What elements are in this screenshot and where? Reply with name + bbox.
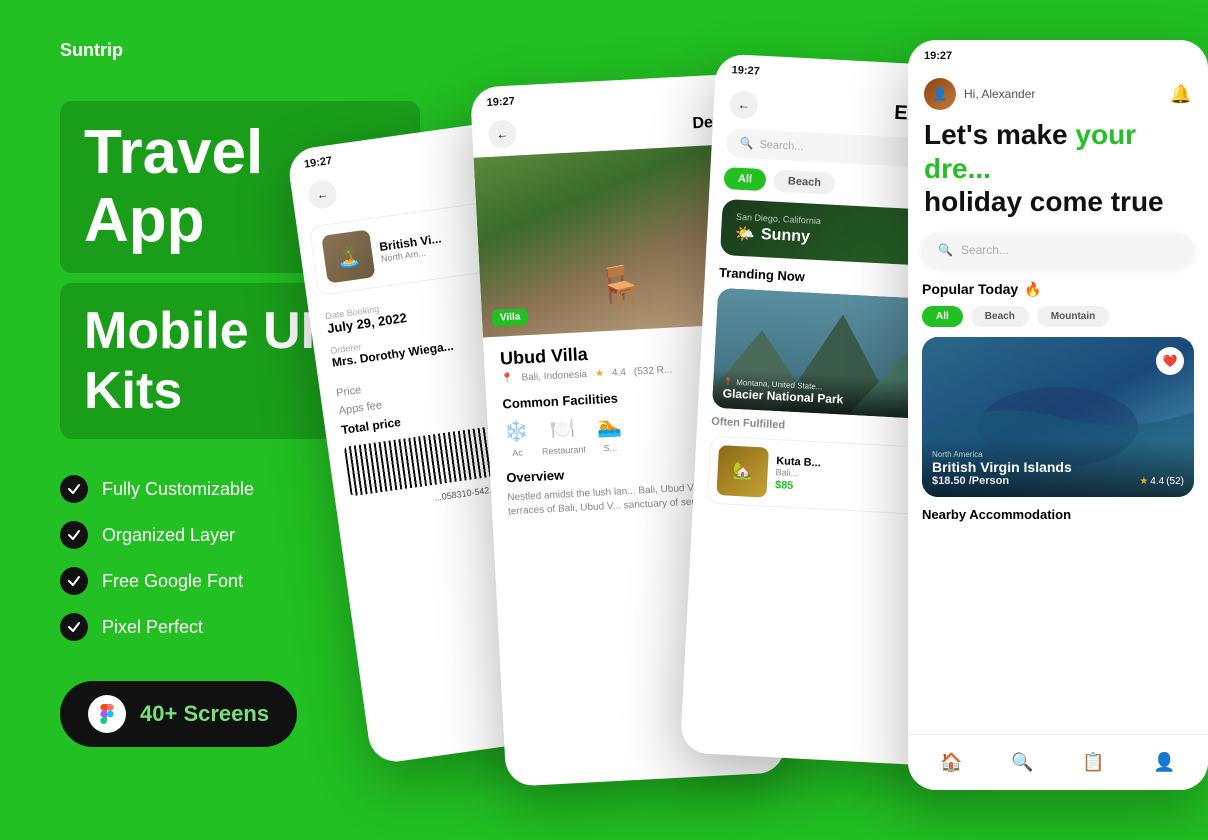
featured-region: North America (932, 450, 1184, 459)
popular-header: Popular Today 🔥 (908, 281, 1208, 298)
featured-name: British Virgin Islands (932, 459, 1184, 475)
p4-status-time: 19:27 (908, 40, 1208, 66)
bottom-navigation: 🏠 🔍 📋 👤 (908, 734, 1208, 790)
screens-badge: 40+ Screens (60, 681, 297, 747)
p3-back-button[interactable]: ← (729, 90, 758, 119)
p4-tab-mountain[interactable]: Mountain (1037, 306, 1109, 327)
p4-hero: Let's make your dre... holiday come true (908, 118, 1208, 233)
search-nav-icon[interactable]: 🔍 (1011, 752, 1033, 773)
check-icon-1 (60, 475, 88, 503)
featured-info: North America British Virgin Islands $18… (922, 440, 1194, 497)
facility-ac: ❄️ Ac (503, 418, 530, 458)
small-card-image: 🏡 (716, 445, 769, 498)
check-icon-2 (60, 521, 88, 549)
facility-restaurant: 🍽️ Restaurant (540, 415, 586, 456)
featured-price-value: $18.50 (932, 475, 966, 487)
restaurant-icon: 🍽️ (550, 416, 576, 442)
villa-badge: Villa (492, 308, 529, 327)
villa-rating: 4.4 (612, 367, 626, 379)
hero-text-2: holiday come true (924, 186, 1164, 217)
p3-search-icon: 🔍 (739, 137, 753, 151)
screens-count: 40+ (140, 701, 177, 726)
weather-emoji: 🌤️ (735, 224, 756, 245)
featured-rating-value: 4.4 (1150, 476, 1164, 487)
apps-fee-label: Apps fee (338, 399, 383, 417)
screens-label-text: Screens (177, 701, 269, 726)
location-icon: 📍 (501, 373, 514, 385)
facility-restaurant-label: Restaurant (542, 444, 586, 456)
villa-location: Bali, Indonesia (521, 369, 587, 383)
feature-label-3: Free Google Font (102, 571, 243, 592)
p1-back-button[interactable]: ← (307, 179, 339, 211)
hero-text-1: Let's make (924, 119, 1068, 150)
villa-reviews: (532 R... (634, 365, 673, 378)
p3-filter-beach[interactable]: Beach (773, 170, 835, 195)
p4-search-icon: 🔍 (938, 243, 953, 257)
feature-label-1: Fully Customizable (102, 479, 254, 500)
bookings-nav-icon[interactable]: 📋 (1082, 752, 1104, 773)
p2-screen-title: Detail (524, 113, 737, 142)
check-icon-3 (60, 567, 88, 595)
p4-tab-all[interactable]: All (922, 306, 963, 327)
check-icon-4 (60, 613, 88, 641)
nearby-title: Nearby Accommodation (908, 507, 1208, 522)
p4-avatar: 👤 (924, 78, 956, 110)
phones-area: 19:27 ← Tic 🏝️ British Vi... North Am...… (308, 0, 1208, 840)
facility-other: 🏊 S... (596, 413, 623, 453)
p4-search-placeholder: Search... (961, 243, 1009, 257)
featured-rating: ★ 4.4 (52) (1139, 476, 1184, 487)
featured-heart-button[interactable]: ❤️ (1156, 347, 1184, 375)
p4-header: 👤 Hi, Alexander 🔔 (908, 66, 1208, 118)
figma-icon (88, 695, 126, 733)
p4-hero-text: Let's make your dre... holiday come true (924, 118, 1192, 219)
ac-icon: ❄️ (503, 418, 529, 444)
p3-back-icon: ← (737, 98, 750, 113)
ticket-image: 🏝️ (321, 229, 375, 283)
p4-tab-beach[interactable]: Beach (971, 306, 1029, 327)
p2-back-icon: ← (496, 127, 509, 142)
price-label: Price (336, 384, 362, 399)
home-nav-icon[interactable]: 🏠 (940, 752, 962, 773)
featured-destination-card[interactable]: ❤️ North America British Virgin Islands … (922, 337, 1194, 497)
facility-other-label: S... (603, 443, 617, 454)
star-icon-featured: ★ (1139, 476, 1148, 487)
screens-text: 40+ Screens (140, 701, 269, 727)
popular-title: Popular Today (922, 281, 1018, 297)
other-icon: 🏊 (596, 413, 622, 439)
p4-filter-tabs: All Beach Mountain (908, 306, 1208, 327)
small-card-price: $85 (775, 479, 820, 493)
small-card-info: Kuta B... Bali... $85 (775, 455, 821, 493)
weather-status-text: Sunny (761, 226, 811, 247)
feature-label-2: Organized Layer (102, 525, 235, 546)
featured-reviews: (52) (1166, 476, 1184, 487)
p4-greeting-area: 👤 Hi, Alexander (924, 78, 1035, 110)
p4-search-bar[interactable]: 🔍 Search... (922, 233, 1194, 267)
p1-back-icon: ← (316, 187, 330, 203)
p4-notification-icon[interactable]: 🔔 (1170, 84, 1192, 105)
star-icon: ★ (595, 368, 605, 379)
p3-search-placeholder: Search... (759, 138, 804, 152)
p3-filter-all[interactable]: All (723, 167, 766, 191)
total-label: Total price (341, 415, 402, 437)
facility-ac-label: Ac (512, 448, 523, 459)
p4-greeting-text: Hi, Alexander (964, 87, 1035, 101)
p2-back-button[interactable]: ← (488, 119, 517, 148)
popular-emoji: 🔥 (1024, 281, 1041, 298)
feature-label-4: Pixel Perfect (102, 617, 203, 638)
profile-nav-icon[interactable]: 👤 (1153, 752, 1175, 773)
phone-home: 19:27 👤 Hi, Alexander 🔔 Let's make your … (908, 40, 1208, 790)
featured-price-unit: /Person (969, 475, 1009, 487)
